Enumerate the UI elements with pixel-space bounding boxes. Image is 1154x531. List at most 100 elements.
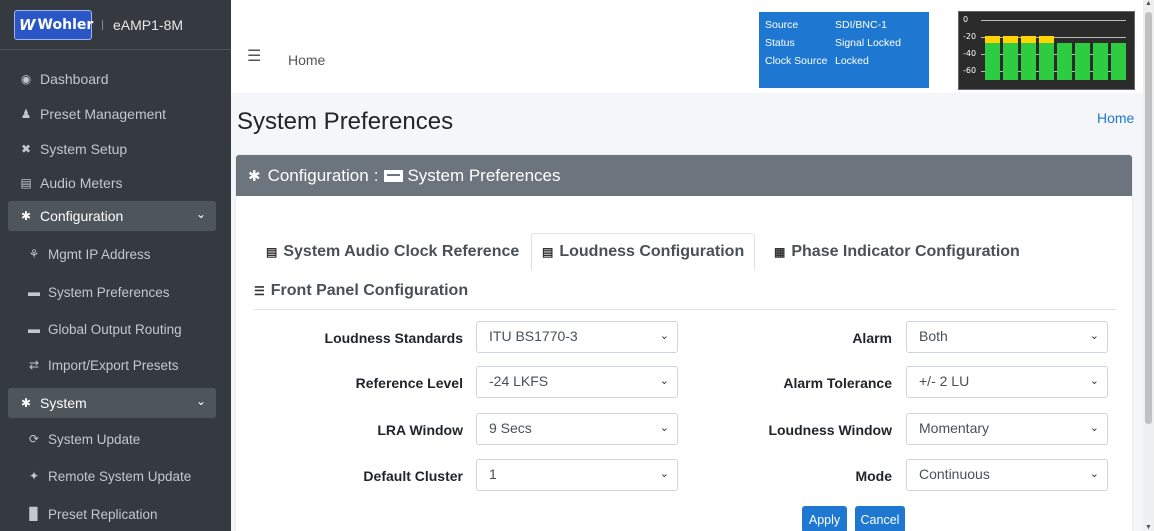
sidebar-item-system-preferences[interactable]: ▬ System Preferences: [8, 277, 216, 307]
chart-bar-icon: ▤: [266, 245, 278, 259]
exchange-icon: ⇄: [28, 358, 40, 372]
meter-channel-bar: [1057, 43, 1072, 80]
meter-scale-label: -20: [963, 32, 977, 41]
broadcast-icon: ✦: [28, 469, 40, 483]
card-header: ✱ Configuration : System Preferences: [236, 155, 1132, 196]
cancel-button[interactable]: Cancel: [855, 506, 905, 531]
device-name: eAMP1-8M: [113, 16, 184, 33]
meter-peak-segment: [1021, 36, 1036, 43]
card-header-section: Configuration: [267, 165, 369, 185]
source-label: Source: [765, 19, 799, 31]
sidebar-item-label: Configuration: [40, 208, 124, 224]
chevron-down-icon: ⌄: [1089, 422, 1099, 434]
tab-loudness-configuration[interactable]: ▤ Loudness Configuration: [531, 233, 756, 271]
sidebar: W Wohler eAMP1-8M ◉ Dashboard ♟ Preset M…: [0, 0, 231, 531]
signal-status-panel: Source SDI/BNC-1 Status Signal Locked Cl…: [759, 12, 929, 88]
tab-front-panel-configuration[interactable]: ☰ Front Panel Configuration: [254, 272, 468, 310]
chevron-down-icon: ⌄: [195, 207, 206, 221]
tachometer-icon: ◉: [20, 72, 32, 86]
source-value: SDI/BNC-1: [835, 19, 887, 31]
sidebar-item-mgmt-ip-address[interactable]: ⚘ Mgmt IP Address: [8, 239, 216, 269]
sidebar-item-preset-management[interactable]: ♟ Preset Management: [8, 99, 216, 129]
chevron-down-icon: ⌄: [659, 330, 669, 342]
grid-icon: ▦: [774, 245, 786, 259]
logo-mark: W: [19, 15, 36, 34]
sidebar-item-configuration[interactable]: ✱ Configuration ⌄: [8, 201, 216, 231]
hamburger-menu-icon[interactable]: ☰: [247, 46, 261, 66]
sidebar-item-dashboard[interactable]: ◉ Dashboard: [8, 64, 216, 94]
apply-button[interactable]: Apply: [802, 506, 847, 531]
loudness-window-label: Loudness Window: [768, 422, 892, 438]
tabs-divider: [254, 309, 1116, 310]
lra-window-select[interactable]: 9 Secs ⌄: [476, 413, 678, 445]
tools-icon: ✖: [20, 142, 32, 156]
alarm-select[interactable]: Both ⌄: [906, 321, 1108, 353]
page-scrollbar[interactable]: ▲ ▼: [1143, 0, 1154, 531]
sidebar-item-preset-replication[interactable]: ▉ Preset Replication: [8, 499, 216, 529]
sidebar-item-import-export-presets[interactable]: ⇄ Import/Export Presets: [8, 350, 216, 380]
sidebar-item-system-setup[interactable]: ✖ System Setup: [8, 134, 216, 164]
sidebar-item-global-output-routing[interactable]: ▬ Global Output Routing: [8, 314, 216, 344]
loudness-window-select[interactable]: Momentary ⌄: [906, 413, 1108, 445]
select-value: 9 Secs: [489, 420, 532, 436]
sidebar-item-label: Audio Meters: [40, 175, 123, 191]
alarm-tolerance-select[interactable]: +/- 2 LU ⌄: [906, 366, 1108, 398]
reference-level-label: Reference Level: [355, 375, 463, 391]
meter-gridline: [981, 20, 1126, 21]
loudness-standards-select[interactable]: ITU BS1770-3 ⌄: [476, 321, 678, 353]
sidebar-item-system-update[interactable]: ⟳ System Update: [8, 424, 216, 454]
alarm-label: Alarm: [852, 330, 892, 346]
sidebar-item-remote-system-update[interactable]: ✦ Remote System Update: [8, 461, 216, 491]
brand-separator: [102, 19, 103, 30]
meter-channel-bar: [1003, 36, 1018, 80]
list-icon: ☰: [254, 284, 265, 298]
sidebar-item-label: Remote System Update: [48, 468, 192, 484]
meter-peak-segment: [985, 36, 1000, 43]
chevron-down-icon: ⌄: [659, 468, 669, 480]
keyboard-icon: [384, 169, 404, 182]
loudness-standards-label: Loudness Standards: [324, 330, 463, 346]
tab-label: Front Panel Configuration: [270, 282, 469, 299]
sidebar-item-audio-meters[interactable]: ▤ Audio Meters: [8, 168, 216, 198]
sidebar-item-system[interactable]: ✱ System ⌄: [8, 388, 216, 418]
network-icon: ⚘: [28, 247, 40, 261]
default-cluster-select[interactable]: 1 ⌄: [476, 459, 678, 491]
chevron-down-icon: ⌄: [1089, 468, 1099, 480]
tab-system-audio-clock-reference[interactable]: ▤ System Audio Clock Reference: [266, 233, 519, 271]
wohler-logo: W Wohler: [14, 9, 93, 40]
cog-icon: ✱: [20, 209, 32, 223]
sidebar-item-label: System Update: [48, 431, 141, 447]
topbar-home-link[interactable]: Home: [288, 52, 325, 68]
scroll-up-arrow-icon[interactable]: ▲: [1143, 0, 1154, 7]
select-value: Momentary: [919, 420, 990, 436]
clock-source-label: Clock Source: [765, 55, 828, 67]
clock-source-value: Locked: [835, 55, 869, 67]
mode-select[interactable]: Continuous ⌄: [906, 459, 1108, 491]
select-value: 1: [489, 466, 497, 482]
meter-channel-bar: [1021, 36, 1036, 80]
tab-phase-indicator-configuration[interactable]: ▦ Phase Indicator Configuration: [774, 233, 1020, 271]
scroll-down-arrow-icon[interactable]: ▼: [1143, 524, 1154, 531]
meter-channel-bar: [1075, 43, 1090, 80]
chevron-down-icon: ⌄: [195, 394, 206, 408]
reference-level-select[interactable]: -24 LKFS ⌄: [476, 366, 678, 398]
breadcrumb-home-link[interactable]: Home: [1097, 110, 1134, 126]
scrollbar-thumb[interactable]: [1145, 12, 1152, 424]
sidebar-item-label: Preset Replication: [48, 506, 158, 522]
tab-label: Phase Indicator Configuration: [791, 243, 1020, 260]
sidebar-item-label: Dashboard: [40, 71, 109, 87]
status-label: Status: [765, 37, 795, 49]
sidebar-item-label: Mgmt IP Address: [48, 246, 151, 262]
default-cluster-label: Default Cluster: [363, 468, 463, 484]
audio-level-meter[interactable]: 0 -20 -40 -60: [958, 11, 1135, 90]
select-value: Continuous: [919, 466, 990, 482]
select-value: ITU BS1770-3: [489, 328, 578, 344]
user-edit-icon: ♟: [20, 107, 32, 121]
chart-bar-icon: ▤: [20, 176, 32, 190]
chart-bar-icon: ▤: [542, 245, 554, 259]
card-header-separator: :: [373, 165, 379, 185]
brand[interactable]: W Wohler eAMP1-8M: [0, 0, 231, 50]
alarm-tolerance-label: Alarm Tolerance: [783, 375, 892, 391]
keyboard-icon: ▬: [28, 285, 40, 299]
meter-channel-bar: [1093, 43, 1108, 80]
